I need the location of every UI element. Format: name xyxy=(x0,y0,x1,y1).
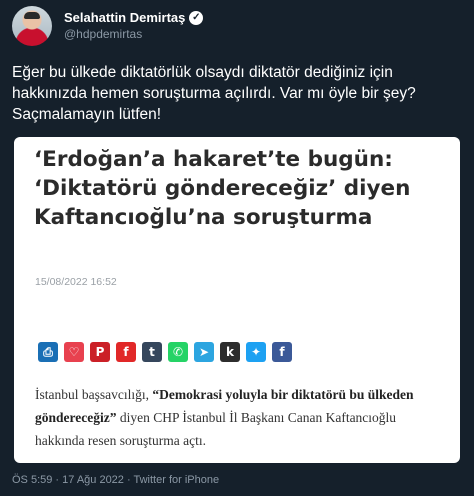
flipboard-share-icon[interactable]: f xyxy=(116,342,136,362)
tweet-text: Eğer bu ülkede diktatörlük olsaydı dikta… xyxy=(12,64,416,123)
author-name-line[interactable]: Selahattin Demirtaş ✓ xyxy=(64,10,204,25)
twitter-share-icon[interactable]: ✦ xyxy=(246,342,266,362)
kik-share-icon[interactable]: k xyxy=(220,342,240,362)
article-headline: ‘Erdoğan’a hakaret’te bugün: ‘Diktatörü … xyxy=(34,147,411,230)
author-handle[interactable]: @hdpdemirtas xyxy=(64,27,142,41)
verified-badge-icon: ✓ xyxy=(189,10,204,25)
tweet-timestamp-source: ÖS 5:59 · 17 Ağu 2022 · Twitter for iPho… xyxy=(12,474,220,486)
share-buttons-row: ⎙ ♡ Pf t ✆ ➤ k ✦ f xyxy=(38,342,292,362)
pinterest-share-icon[interactable]: P xyxy=(90,342,110,362)
whatsapp-share-icon[interactable]: ✆ xyxy=(168,342,188,362)
facebook-share-icon[interactable]: f xyxy=(272,342,292,362)
avatar[interactable] xyxy=(12,6,52,46)
article-excerpt: İstanbul başsavcılığı, “Demokrasi yoluyl… xyxy=(35,383,445,452)
telegram-share-icon[interactable]: ➤ xyxy=(194,342,214,362)
author-name[interactable]: Selahattin Demirtaş xyxy=(64,10,185,25)
pocket-share-icon[interactable]: ♡ xyxy=(64,342,84,362)
print-share-icon[interactable]: ⎙ xyxy=(38,342,58,362)
article-card[interactable]: ‘Erdoğan’a hakaret’te bugün: ‘Diktatörü … xyxy=(14,137,460,463)
excerpt-lead: İstanbul başsavcılığı, xyxy=(35,387,153,402)
article-date: 15/08/2022 16:52 xyxy=(35,276,117,288)
tumblr-share-icon[interactable]: t xyxy=(142,342,162,362)
tweet-header: Selahattin Demirtaş ✓ @hdpdemirtas xyxy=(12,6,462,46)
